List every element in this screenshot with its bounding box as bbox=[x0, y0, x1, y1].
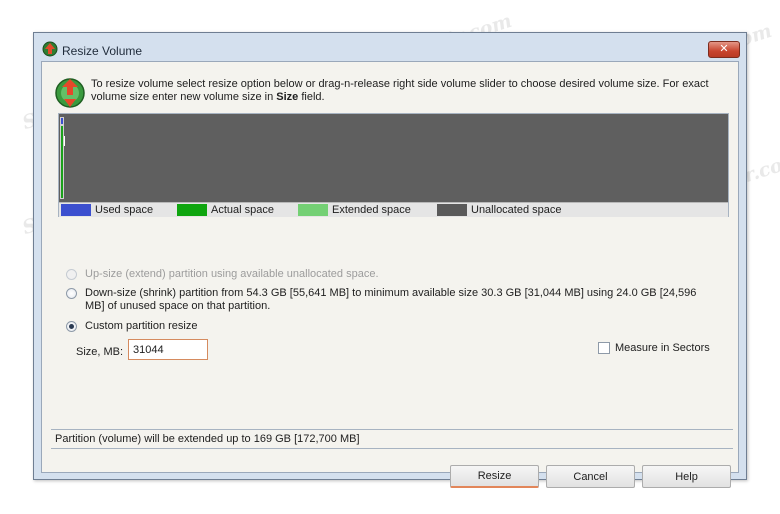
resize-volume-dialog: Resize Volume ✕ To resize volume select … bbox=[33, 32, 747, 488]
cancel-button[interactable]: Cancel bbox=[546, 465, 635, 488]
window-title: Resize Volume bbox=[62, 44, 143, 58]
volume-bar[interactable] bbox=[59, 114, 728, 202]
legend-label: Unallocated space bbox=[471, 204, 562, 216]
instruction-size-keyword: Size bbox=[276, 91, 299, 103]
dialog-body: To resize volume select resize option be… bbox=[41, 61, 739, 488]
legend-swatch-unallocated bbox=[437, 204, 467, 216]
title-bar[interactable]: Resize Volume ✕ bbox=[34, 33, 746, 61]
instruction-text: To resize volume select resize option be… bbox=[91, 78, 709, 103]
volume-map: Used space Actual space Extended space U… bbox=[58, 113, 729, 217]
measure-in-sectors-label: Measure in Sectors bbox=[615, 342, 710, 354]
close-button[interactable]: ✕ bbox=[708, 41, 740, 58]
downsize-label: Down-size (shrink) partition from 54.3 G… bbox=[85, 287, 697, 312]
measure-in-sectors-checkbox[interactable] bbox=[598, 342, 610, 354]
help-button[interactable]: Help bbox=[642, 465, 731, 488]
legend-label: Actual space bbox=[211, 204, 274, 216]
upsize-radio bbox=[66, 269, 77, 280]
legend-swatch-actual bbox=[177, 204, 207, 216]
app-icon bbox=[42, 41, 58, 57]
status-bar: Partition (volume) will be extended up t… bbox=[51, 429, 733, 449]
legend-label: Used space bbox=[95, 204, 154, 216]
volume-legend: Used space Actual space Extended space U… bbox=[59, 202, 728, 217]
downsize-radio[interactable] bbox=[66, 288, 77, 299]
resize-volume-icon bbox=[55, 78, 85, 108]
legend-swatch-used bbox=[61, 204, 91, 216]
size-label: Size, MB: bbox=[76, 346, 124, 358]
close-icon: ✕ bbox=[719, 43, 729, 55]
legend-swatch-extended bbox=[298, 204, 328, 216]
custom-resize-label: Custom partition resize bbox=[85, 320, 198, 332]
used-space-segment bbox=[60, 117, 64, 125]
resize-button[interactable]: Resize bbox=[450, 465, 539, 488]
legend-label: Extended space bbox=[332, 204, 411, 216]
size-input[interactable] bbox=[128, 339, 208, 360]
custom-resize-radio[interactable] bbox=[66, 321, 77, 332]
status-text: Partition (volume) will be extended up t… bbox=[55, 433, 360, 445]
upsize-label: Up-size (extend) partition using availab… bbox=[85, 268, 379, 280]
volume-resize-slider[interactable] bbox=[64, 136, 65, 146]
